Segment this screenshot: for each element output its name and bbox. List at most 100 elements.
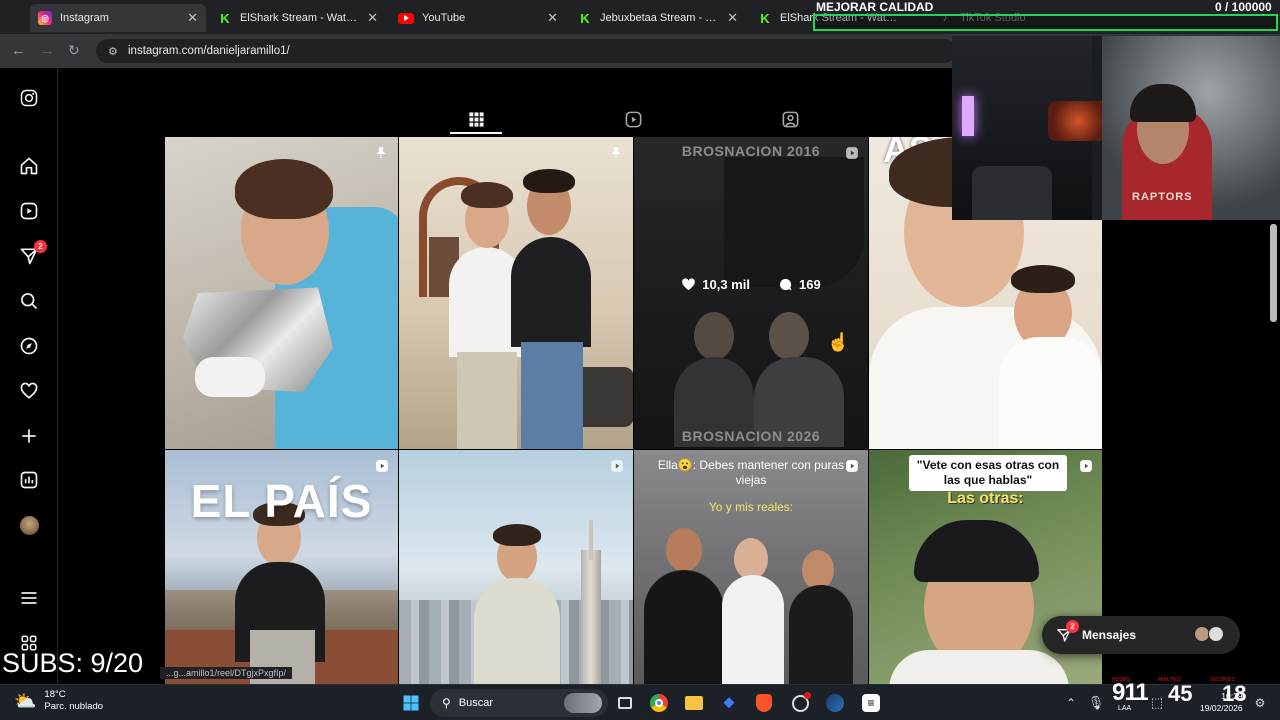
microphone-icon[interactable]: 🎙: [1085, 692, 1107, 714]
close-icon[interactable]: ✕: [547, 10, 558, 26]
avatar: [1208, 626, 1224, 642]
weather-widget[interactable]: ⛅ 18°C Parc. nublado: [14, 689, 103, 713]
post-tile-5[interactable]: EL PAÍS: [165, 450, 398, 684]
steam-icon[interactable]: [824, 692, 846, 714]
page-background-right: [1102, 220, 1280, 684]
create-plus-icon[interactable]: [19, 426, 39, 446]
heart-filled-icon: [682, 278, 696, 291]
timer-minutes: 11: [1124, 679, 1148, 706]
post-title-text: EL PAÍS: [190, 475, 373, 527]
direct-messages-icon: 2: [1056, 620, 1079, 643]
instagram-icon: ◎: [38, 11, 52, 25]
profile-avatar[interactable]: [19, 515, 39, 535]
page-scrollbar[interactable]: [1270, 224, 1277, 322]
tab-label: ElShark Stream - Watch Live: [240, 12, 360, 24]
reload-icon[interactable]: ↻: [68, 42, 80, 59]
instagram-sidebar: 2: [0, 68, 58, 684]
language-indicator: LAA: [1118, 705, 1132, 712]
windows-start-icon[interactable]: [400, 692, 422, 714]
taskbar-search[interactable]: ⚲ Buscar: [430, 689, 608, 717]
notifications-icon[interactable]: ⚙: [1249, 692, 1271, 714]
led-lights: [1048, 101, 1108, 141]
kick-icon: K: [580, 10, 590, 26]
site-settings-icon[interactable]: ⚙: [108, 45, 120, 58]
tab-jebuxbetaa[interactable]: K Jebuxbetaa Stream - Watch ✕: [570, 4, 746, 32]
comments-stat: 169: [778, 277, 821, 292]
close-icon[interactable]: ✕: [727, 10, 738, 26]
subs-counter: SUBS: 9/20: [2, 648, 144, 678]
menu-icon[interactable]: [19, 588, 39, 608]
goal-progress-bar: [813, 14, 1278, 31]
post-tile-2[interactable]: [399, 137, 633, 449]
direct-messages-icon[interactable]: 2: [19, 240, 47, 266]
kick-icon: K: [760, 10, 770, 26]
post-tile-1[interactable]: [165, 137, 398, 449]
streaming-app-icon[interactable]: ≡: [860, 692, 882, 714]
heart-icon[interactable]: [19, 381, 39, 401]
post-caption-2: Yo y mis reales:: [708, 500, 794, 514]
search-icon: ⚲: [442, 696, 451, 710]
tagged-tab[interactable]: [779, 108, 801, 130]
post-caption: Ella😮: Debes mantener con puras viejas: [657, 458, 845, 487]
goal-counter: 0 / 100000: [1215, 0, 1272, 14]
hand-cursor-icon: ☝: [827, 332, 850, 352]
posts-grid-tab[interactable]: [465, 108, 487, 130]
kick-icon: K: [220, 10, 230, 26]
comment-filled-icon: [780, 278, 792, 291]
streamer-webcam: RAPTORS: [952, 36, 1280, 220]
active-tab-indicator: [450, 132, 502, 134]
brave-icon[interactable]: [753, 692, 775, 714]
search-placeholder: Buscar: [458, 697, 494, 709]
explore-icon[interactable]: [19, 336, 39, 356]
post-tile-6[interactable]: [399, 450, 633, 684]
network-icon[interactable]: ⬚: [1146, 692, 1168, 714]
timer-seconds: 45: [1168, 681, 1193, 706]
obs-icon[interactable]: [789, 691, 811, 714]
timer-hours-label: HOURS: [1112, 677, 1131, 683]
weather-temp: 18°C: [44, 689, 66, 700]
back-arrow-icon[interactable]: ←: [11, 42, 26, 59]
empire-state-building: [581, 550, 601, 684]
tab-youtube[interactable]: YouTube ✕: [390, 4, 566, 32]
stream-timer: 911: [1112, 679, 1149, 707]
messages-label: Mensajes: [1082, 628, 1137, 642]
chrome-icon[interactable]: [648, 692, 670, 714]
taskbar: ⛅ 18°C Parc. nublado ⚲ Buscar ⬥ ≡ ⌃ 🎙 91…: [0, 677, 1280, 720]
partly-cloudy-icon: ⛅: [14, 691, 37, 711]
file-explorer-icon[interactable]: [683, 692, 705, 714]
post-caption-2: Las otras:: [947, 490, 1024, 507]
url-text: instagram.com/danieljaramillo1/: [128, 45, 290, 57]
reel-icon: [376, 460, 388, 472]
app-icon[interactable]: ⬥: [718, 692, 740, 714]
messages-button[interactable]: 2 Mensajes: [1042, 616, 1240, 654]
search-icon[interactable]: [19, 291, 39, 311]
reels-icon[interactable]: [19, 201, 39, 221]
home-icon[interactable]: [19, 156, 39, 176]
timer-hours: 9: [1112, 679, 1125, 706]
tray-chevron-icon[interactable]: ⌃: [1060, 692, 1082, 714]
notification-badge: 2: [1066, 620, 1079, 633]
tab-label: Jebuxbetaa Stream - Watch: [600, 12, 720, 24]
post-tile-7[interactable]: Ella😮: Debes mantener con puras viejas Y…: [634, 450, 868, 684]
instagram-logo-icon[interactable]: [19, 88, 39, 108]
quality-label: MEJORAR CALIDAD: [816, 0, 934, 14]
post-stats: 10,3 mil 169: [634, 277, 868, 292]
post-caption: "Vete con esas otras con las que hablas": [916, 458, 1060, 487]
timer-big-digits: 18: [1222, 681, 1247, 706]
likes-stat: 10,3 mil: [681, 277, 750, 292]
close-icon[interactable]: ✕: [367, 10, 378, 26]
pin-icon: [611, 147, 621, 159]
comments-count: 169: [799, 277, 821, 292]
forward-arrow-icon[interactable]: →: [40, 42, 55, 59]
post-tile-3[interactable]: BROSNACION 2016 BROSNACION 2026 10,3 mil…: [634, 137, 868, 449]
task-view-icon[interactable]: [614, 692, 636, 714]
tab-instagram[interactable]: ◎ Instagram ✕: [30, 4, 206, 32]
tab-label: Instagram: [60, 12, 109, 24]
dashboard-icon[interactable]: [19, 470, 39, 490]
chair: [972, 166, 1052, 220]
weather-desc: Parc. nublado: [44, 701, 104, 712]
close-icon[interactable]: ✕: [187, 10, 198, 26]
tab-elshark[interactable]: K ElShark Stream - Watch Live ✕: [210, 4, 386, 32]
reels-tab[interactable]: [622, 108, 644, 130]
url-input[interactable]: ⚙ instagram.com/danieljaramillo1/: [96, 39, 956, 63]
